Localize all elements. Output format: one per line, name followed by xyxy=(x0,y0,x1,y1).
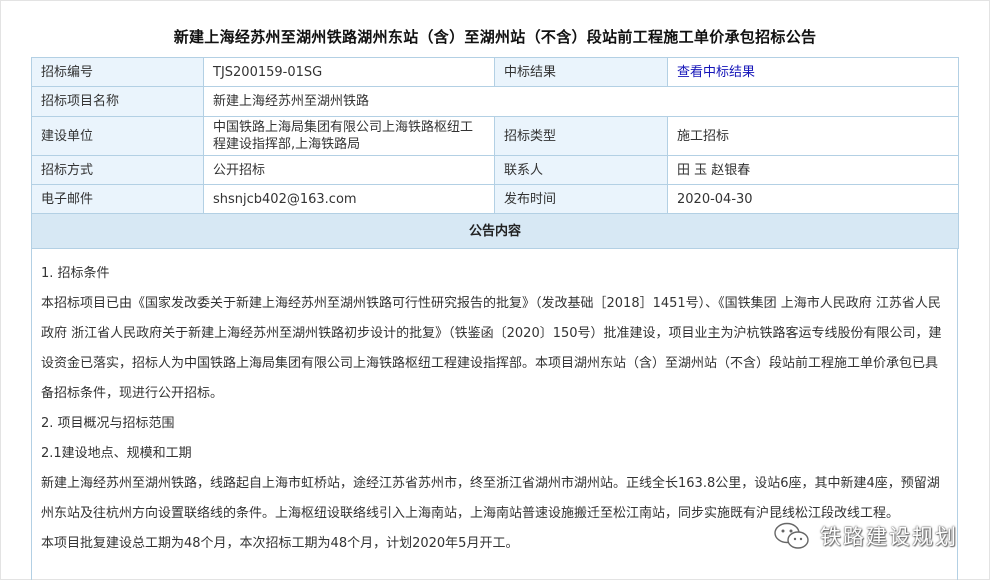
builder-label: 建设单位 xyxy=(31,116,204,156)
subsection-heading-2-1: 2.1建设地点、规模和工期 xyxy=(41,446,192,461)
table-row: 招标方式 公开招标 联系人 田 玉 赵银春 xyxy=(31,155,959,185)
publish-date-value: 2020-04-30 xyxy=(667,184,959,214)
bid-type-value: 施工招标 xyxy=(667,116,959,156)
project-name-value: 新建上海经苏州至湖州铁路 xyxy=(203,86,959,117)
bid-no-value: TJS200159-01SG xyxy=(203,57,495,87)
paragraph-bid-conditions: 本招标项目已由《国家发改委关于新建上海经苏州至湖州铁路可行性研究报告的批复》（发… xyxy=(41,296,942,401)
watermark: 铁路建设规划 xyxy=(772,518,958,554)
bid-type-label: 招标类型 xyxy=(494,116,668,156)
contact-label: 联系人 xyxy=(494,155,668,185)
method-label: 招标方式 xyxy=(31,155,204,185)
table-row: 公告内容 xyxy=(31,213,959,249)
table-row: 建设单位 中国铁路上海局集团有限公司上海铁路枢纽工程建设指挥部,上海铁路局 招标… xyxy=(31,116,959,156)
bid-no-label: 招标编号 xyxy=(31,57,204,87)
section-header: 公告内容 xyxy=(31,213,959,249)
method-value: 公开招标 xyxy=(203,155,495,185)
contact-value: 田 玉 赵银春 xyxy=(667,155,959,185)
publish-date-label: 发布时间 xyxy=(494,184,668,214)
watermark-text: 铁路建设规划 xyxy=(820,525,958,549)
table-row: 招标项目名称 新建上海经苏州至湖州铁路 xyxy=(31,86,959,117)
email-value: shsnjcb402@163.com xyxy=(203,184,495,214)
project-name-label: 招标项目名称 xyxy=(31,86,204,117)
wechat-icon xyxy=(774,522,809,549)
table-row: 招标编号 TJS200159-01SG 中标结果 查看中标结果 xyxy=(31,57,959,87)
builder-value: 中国铁路上海局集团有限公司上海铁路枢纽工程建设指挥部,上海铁路局 xyxy=(203,116,495,156)
section-heading-2: 2. 项目概况与招标范围 xyxy=(41,416,175,431)
email-label: 电子邮件 xyxy=(31,184,204,214)
section-heading-1: 1. 招标条件 xyxy=(41,266,110,281)
page-title: 新建上海经苏州至湖州铁路湖州东站（含）至湖州站（不含）段站前工程施工单价承包招标… xyxy=(173,28,817,46)
table-row: 电子邮件 shsnjcb402@163.com 发布时间 2020-04-30 xyxy=(31,184,959,214)
result-label: 中标结果 xyxy=(494,57,668,87)
bid-info-table: 招标编号 TJS200159-01SG 中标结果 查看中标结果 招标项目名称 新… xyxy=(31,57,959,249)
view-result-link[interactable]: 查看中标结果 xyxy=(667,57,959,87)
